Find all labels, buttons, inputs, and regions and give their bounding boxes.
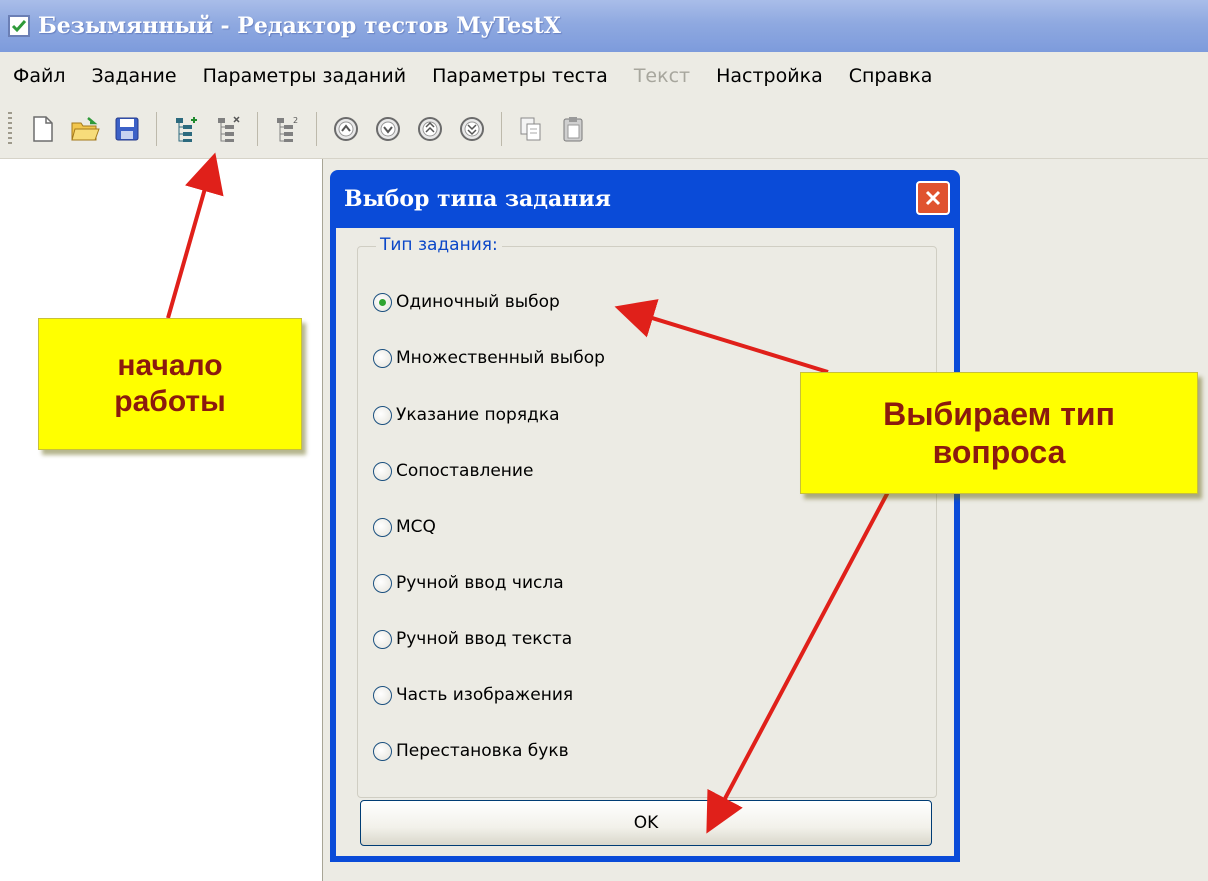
radio-option[interactable]: Часть изображения [373, 682, 573, 708]
option-label: Ручной ввод числа [396, 573, 564, 593]
close-button[interactable] [916, 181, 950, 215]
move-up-icon[interactable] [415, 113, 445, 145]
save-icon[interactable] [112, 113, 142, 145]
menu-item-help[interactable]: Справка [849, 65, 933, 87]
radio-button[interactable] [373, 461, 392, 481]
radio-option[interactable]: Сопоставление [373, 458, 533, 484]
radio-option[interactable]: Ручной ввод текста [373, 626, 572, 652]
radio-button-checked[interactable] [373, 292, 392, 312]
radio-button[interactable] [373, 629, 392, 649]
radio-option[interactable]: Перестановка букв [373, 738, 569, 764]
option-label: Одиночный выбор [396, 292, 560, 312]
ok-button[interactable]: OK [360, 800, 932, 846]
window-titlebar[interactable]: Безымянный - Редактор тестов MyTestX [0, 0, 1208, 52]
radio-option[interactable]: MCQ [373, 514, 436, 540]
menu-item-file[interactable]: Файл [13, 65, 66, 87]
close-icon [925, 190, 941, 206]
radio-button[interactable] [373, 741, 392, 761]
option-label: Указание порядка [396, 405, 560, 425]
move-last-icon[interactable] [457, 113, 487, 145]
move-first-icon[interactable] [331, 113, 361, 145]
paste-icon[interactable] [558, 113, 588, 145]
radio-button[interactable] [373, 405, 392, 425]
svg-text:2: 2 [293, 116, 298, 125]
radio-button[interactable] [373, 348, 392, 368]
new-file-icon[interactable] [28, 113, 58, 145]
open-folder-icon[interactable] [70, 113, 100, 145]
ok-label: OK [633, 813, 659, 833]
menu-bar: Файл Задание Параметры заданий Параметры… [0, 52, 1208, 99]
toolbar-separator [316, 111, 317, 146]
checkbox-app-icon [8, 15, 30, 37]
option-label: Множественный выбор [396, 348, 605, 368]
dialog-title: Выбор типа задания [344, 186, 611, 212]
callout-question-type: Выбираем тип вопроса [800, 372, 1198, 494]
menu-item-task[interactable]: Задание [92, 65, 177, 87]
delete-task-icon[interactable] [213, 113, 243, 145]
dialog-titlebar[interactable]: Выбор типа задания [330, 170, 960, 228]
option-label: Часть изображения [396, 685, 574, 705]
menu-item-settings[interactable]: Настройка [716, 65, 823, 87]
radio-option[interactable]: Указание порядка [373, 402, 560, 428]
callout-start-text: начало работы [114, 349, 226, 418]
task-type-dialog: Выбор типа задания Тип задания: Одиночны… [330, 170, 960, 862]
copy-icon[interactable] [516, 113, 546, 145]
task-list-pane[interactable] [0, 159, 323, 881]
callout-start: начало работы [38, 318, 302, 450]
radio-option[interactable]: Множественный выбор [373, 345, 605, 371]
option-label: Перестановка букв [396, 741, 569, 761]
menu-item-text: Текст [633, 64, 691, 87]
radio-button[interactable] [373, 517, 392, 537]
toolbar: 2 [0, 99, 1208, 159]
task-type-group: Тип задания: Одиночный выбор Множественн… [357, 235, 937, 798]
toolbar-separator [501, 111, 502, 146]
option-label: Ручной ввод текста [396, 629, 573, 649]
menu-item-task-params[interactable]: Параметры заданий [203, 65, 406, 87]
radio-option[interactable]: Одиночный выбор [373, 289, 560, 315]
group-label: Тип задания: [376, 235, 502, 255]
radio-button[interactable] [373, 685, 392, 705]
task-properties-icon[interactable]: 2 [272, 113, 302, 145]
menu-item-test-params[interactable]: Параметры теста [432, 65, 608, 87]
radio-option[interactable]: Ручной ввод числа [373, 570, 564, 596]
toolbar-separator [156, 111, 157, 146]
radio-button[interactable] [373, 573, 392, 593]
option-label: Сопоставление [396, 461, 534, 481]
toolbar-separator [257, 111, 258, 146]
dialog-body: Тип задания: Одиночный выбор Множественн… [336, 228, 954, 856]
window-title: Безымянный - Редактор тестов MyTestX [38, 13, 561, 39]
move-down-icon[interactable] [373, 113, 403, 145]
toolbar-grip[interactable] [8, 111, 12, 146]
option-label: MCQ [396, 517, 436, 537]
callout-question-type-text: Выбираем тип вопроса [883, 395, 1115, 470]
add-task-icon[interactable] [171, 113, 201, 145]
